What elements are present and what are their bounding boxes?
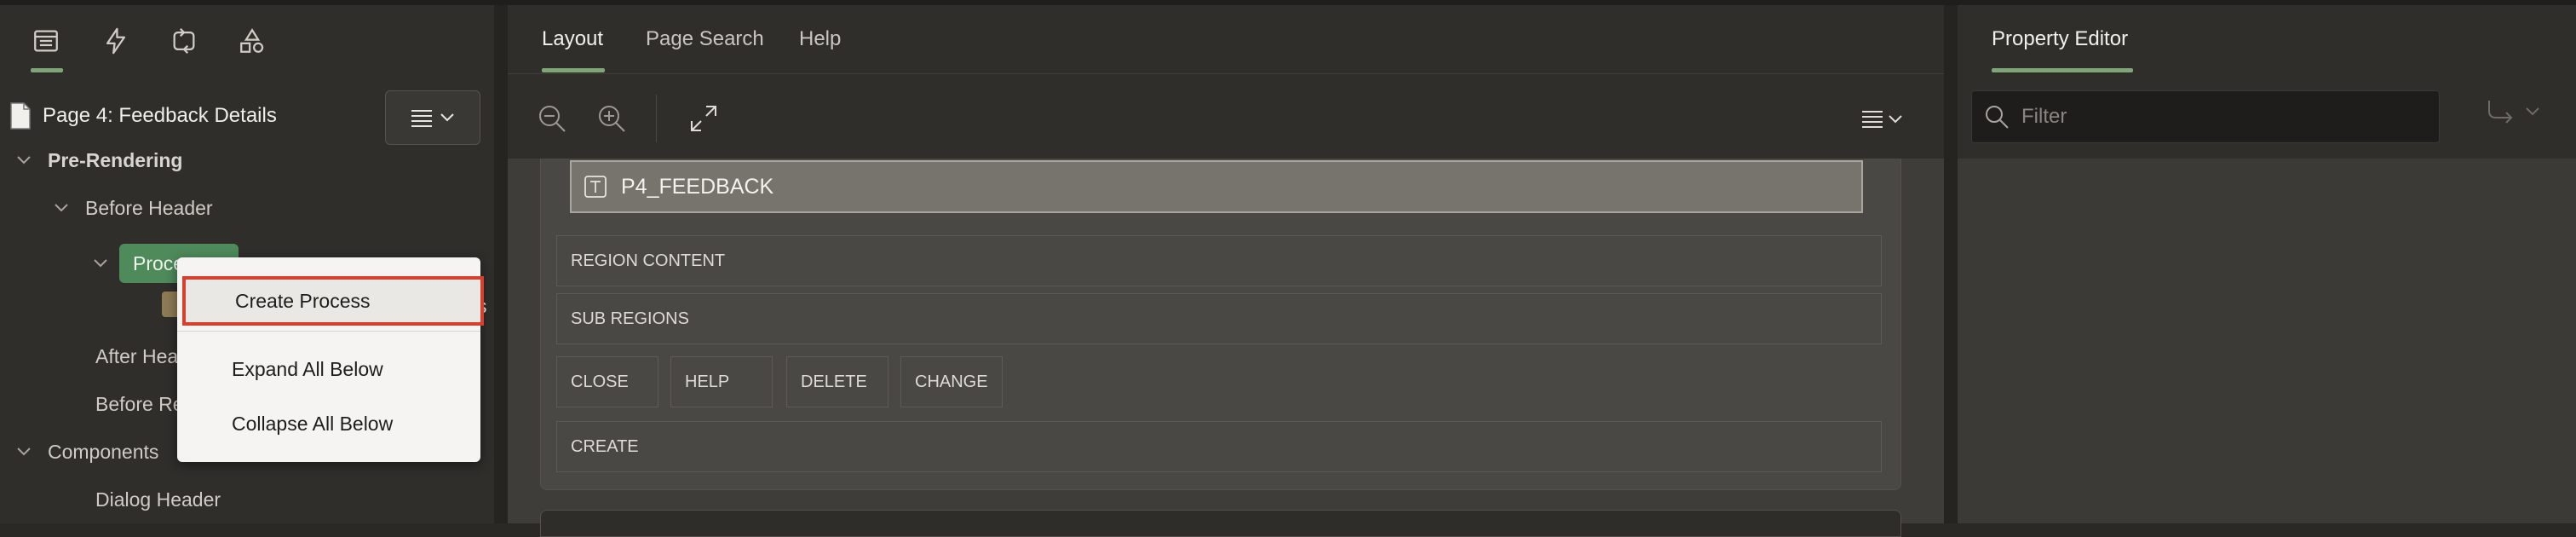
- position-change[interactable]: CHANGE: [900, 356, 1003, 407]
- dynamic-actions-icon[interactable]: [99, 24, 133, 58]
- left-pane-tabs: [0, 5, 494, 73]
- right-splitter[interactable]: [1944, 5, 1958, 523]
- page-item-p4-feedback[interactable]: P4_FEEDBACK: [570, 160, 1863, 213]
- search-icon: [1986, 106, 2009, 129]
- go-to-group-icon: [2488, 101, 2513, 124]
- tree-label: Components: [48, 440, 159, 463]
- filter-field[interactable]: [1971, 90, 2440, 143]
- position-label: REGION CONTENT: [571, 251, 726, 270]
- tree-node-before-header[interactable]: Before Header: [53, 191, 213, 225]
- rendering-icon[interactable]: [29, 24, 63, 58]
- layout-menu-button[interactable]: [1854, 100, 1913, 137]
- position-label: DELETE: [801, 372, 867, 391]
- menu-item-label: Collapse All Below: [232, 412, 394, 435]
- region-block[interactable]: P4_FEEDBACK REGION CONTENT SUB REGIONS C…: [540, 159, 1901, 490]
- context-menu: Create Process Expand All Below Collapse…: [177, 257, 484, 462]
- tree-label: Dialog Header: [95, 488, 221, 511]
- menu-item-collapse-all-below[interactable]: Collapse All Below: [177, 399, 480, 448]
- position-label: HELP: [685, 372, 730, 391]
- page-icon: [10, 102, 31, 130]
- zoom-in-icon[interactable]: [593, 100, 630, 137]
- tree-label: Pre-Rendering: [48, 148, 183, 171]
- position-label: CHANGE: [915, 372, 988, 391]
- page-item-label: P4_FEEDBACK: [621, 174, 774, 199]
- center-pane: Layout Page Search Help P4_FEEDBACK REGI…: [508, 5, 1944, 537]
- tab-property-editor[interactable]: Property Editor: [1992, 27, 2128, 51]
- position-delete[interactable]: DELETE: [786, 356, 888, 407]
- tree-node-pre-rendering[interactable]: Pre-Rendering: [15, 143, 182, 177]
- position-close[interactable]: CLOSE: [556, 356, 658, 407]
- menu-item-label: Expand All Below: [232, 357, 383, 380]
- zoom-out-icon[interactable]: [533, 100, 571, 137]
- shared-components-icon[interactable]: [235, 24, 269, 58]
- chevron-down-icon[interactable]: [53, 199, 70, 217]
- menu-lines-icon: [411, 110, 432, 127]
- tab-layout[interactable]: Layout: [542, 27, 603, 51]
- tree-menu-button[interactable]: [385, 90, 480, 145]
- position-create[interactable]: CREATE: [556, 421, 1882, 472]
- text-field-icon: [584, 176, 607, 198]
- layout-toolbar: [508, 73, 1944, 159]
- center-tabs: Layout Page Search Help: [508, 5, 1944, 73]
- chevron-down-icon: [440, 113, 454, 122]
- position-sub-regions[interactable]: SUB REGIONS: [556, 293, 1882, 344]
- property-editor-header: Property Editor: [1958, 5, 2576, 159]
- position-label: CREATE: [571, 436, 639, 456]
- menu-separator: [177, 331, 480, 332]
- toolbar-separator: [656, 95, 657, 142]
- menu-item-create-process[interactable]: Create Process: [182, 276, 484, 326]
- tree-label: Before Header: [85, 196, 213, 219]
- active-tab-indicator: [542, 68, 605, 72]
- chevron-down-icon[interactable]: [15, 152, 32, 169]
- layout-canvas: P4_FEEDBACK REGION CONTENT SUB REGIONS C…: [508, 159, 1944, 537]
- position-label: CLOSE: [571, 372, 629, 391]
- left-splitter[interactable]: [494, 5, 508, 523]
- expand-icon[interactable]: [685, 100, 722, 137]
- position-help[interactable]: HELP: [670, 356, 773, 407]
- menu-lines-icon: [1862, 111, 1902, 128]
- right-pane: Property Editor: [1958, 5, 2576, 523]
- position-region-content[interactable]: REGION CONTENT: [556, 235, 1882, 286]
- tree-node-components[interactable]: Components: [15, 435, 158, 469]
- processing-icon[interactable]: [167, 24, 201, 58]
- tab-help[interactable]: Help: [799, 27, 841, 51]
- tab-page-search[interactable]: Page Search: [646, 27, 764, 51]
- tree-node-dialog-header[interactable]: Dialog Header: [95, 482, 221, 517]
- go-to-group-button[interactable]: [2486, 99, 2540, 124]
- page-node[interactable]: Page 4: Feedback Details: [9, 97, 277, 135]
- menu-item-label: Create Process: [235, 289, 371, 312]
- active-tab-indicator: [1992, 68, 2133, 72]
- chevron-down-icon[interactable]: [92, 255, 109, 272]
- page-title: Page 4: Feedback Details: [43, 104, 277, 127]
- next-region-block[interactable]: [540, 510, 1901, 537]
- position-label: SUB REGIONS: [571, 309, 689, 328]
- filter-input[interactable]: [2020, 104, 2415, 130]
- active-tab-indicator: [31, 68, 63, 72]
- chevron-down-icon[interactable]: [15, 443, 32, 460]
- menu-item-expand-all-below[interactable]: Expand All Below: [177, 344, 480, 394]
- chevron-down-icon: [2526, 107, 2539, 116]
